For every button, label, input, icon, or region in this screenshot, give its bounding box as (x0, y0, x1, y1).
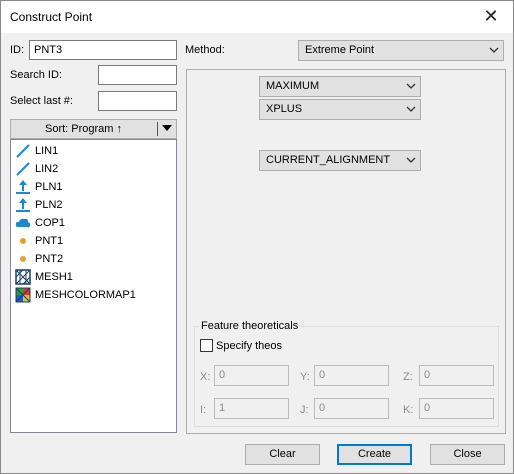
sort-separator (157, 122, 158, 136)
y-label: Y: (300, 371, 310, 383)
list-item-pln2[interactable]: PLN2 (15, 196, 175, 214)
list-item-label: PNT1 (35, 235, 64, 247)
feature-theoreticals-title: Feature theoreticals (199, 320, 301, 332)
list-item-label: PLN2 (35, 199, 63, 211)
k-input[interactable]: 0 (419, 398, 494, 419)
title-bar: Construct Point ✕ (1, 1, 513, 33)
color-map-icon (15, 287, 31, 303)
specify-theos-checkbox[interactable] (200, 339, 213, 352)
line-icon (16, 162, 30, 176)
list-item-mesh1[interactable]: MESH1 (15, 268, 175, 286)
clear-button[interactable]: Clear (245, 444, 320, 465)
construct-point-dialog: Construct Point ✕ ID: PNT3 Search ID: Se… (0, 0, 514, 474)
select-last-label: Select last #: (10, 95, 73, 107)
list-item-meshcolormap1[interactable]: MESHCOLORMAP1 (15, 286, 175, 304)
select-last-input[interactable] (98, 91, 177, 111)
direction-mode-value: MAXIMUM (266, 80, 320, 92)
method-select[interactable]: Extreme Point (298, 40, 504, 61)
chevron-down-icon (406, 83, 416, 89)
j-input[interactable]: 0 (314, 398, 389, 419)
list-item-lin1[interactable]: LIN1 (15, 142, 175, 160)
chevron-down-icon (406, 106, 416, 112)
sort-button-label: Sort: Program ↑ (44, 123, 123, 135)
z-label: Z: (403, 371, 413, 383)
j-label: J: (300, 404, 309, 416)
close-button[interactable]: Close (430, 444, 505, 465)
sort-dropdown-icon[interactable] (161, 123, 173, 133)
k-label: K: (403, 404, 414, 416)
list-item-lin2[interactable]: LIN2 (15, 160, 175, 178)
axis-select[interactable]: XPLUS (259, 99, 421, 120)
z-input[interactable]: 0 (419, 365, 494, 386)
x-label: X: (200, 371, 211, 383)
list-item-label: LIN1 (35, 145, 59, 157)
feature-list[interactable]: LIN1 LIN2 PLN1 PLN2 COP1 PNT1 PNT2 MESH1… (10, 139, 177, 433)
plane-icon (16, 198, 30, 212)
list-item-label: LIN2 (35, 163, 59, 175)
id-label: ID: (10, 44, 25, 56)
sort-button[interactable]: Sort: Program ↑ (10, 119, 177, 139)
list-item-label: MESHCOLORMAP1 (35, 289, 136, 301)
alignment-select[interactable]: CURRENT_ALIGNMENT (259, 150, 421, 171)
chevron-down-icon (489, 47, 499, 53)
list-item-pnt2[interactable]: PNT2 (15, 250, 175, 268)
chevron-down-icon (406, 157, 416, 163)
point-cloud-icon (15, 218, 31, 228)
i-label: I: (200, 404, 207, 416)
x-input[interactable]: 0 (214, 365, 289, 386)
id-input[interactable]: PNT3 (29, 40, 177, 60)
list-item-label: PNT2 (35, 253, 64, 265)
method-value: Extreme Point (305, 44, 375, 56)
list-item-cop1[interactable]: COP1 (15, 214, 175, 232)
method-label: Method: (185, 44, 225, 56)
mesh-icon (15, 269, 31, 285)
i-input[interactable]: 1 (214, 398, 289, 419)
point-icon (20, 238, 26, 244)
list-item-pnt1[interactable]: PNT1 (15, 232, 175, 250)
window-title: Construct Point (10, 10, 93, 24)
list-item-label: MESH1 (35, 271, 73, 283)
specify-theos-label: Specify theos (216, 340, 283, 352)
list-item-label: PLN1 (35, 181, 63, 193)
create-button[interactable]: Create (337, 444, 412, 465)
close-icon[interactable]: ✕ (469, 1, 513, 31)
list-item-label: COP1 (35, 217, 65, 229)
list-item-pln1[interactable]: PLN1 (15, 178, 175, 196)
search-id-input[interactable] (98, 65, 177, 85)
point-icon (20, 256, 26, 262)
alignment-value: CURRENT_ALIGNMENT (266, 154, 391, 166)
plane-icon (16, 180, 30, 194)
axis-value: XPLUS (266, 103, 303, 115)
direction-mode-select[interactable]: MAXIMUM (259, 76, 421, 97)
search-id-label: Search ID: (10, 69, 62, 81)
line-icon (16, 144, 30, 158)
y-input[interactable]: 0 (314, 365, 389, 386)
